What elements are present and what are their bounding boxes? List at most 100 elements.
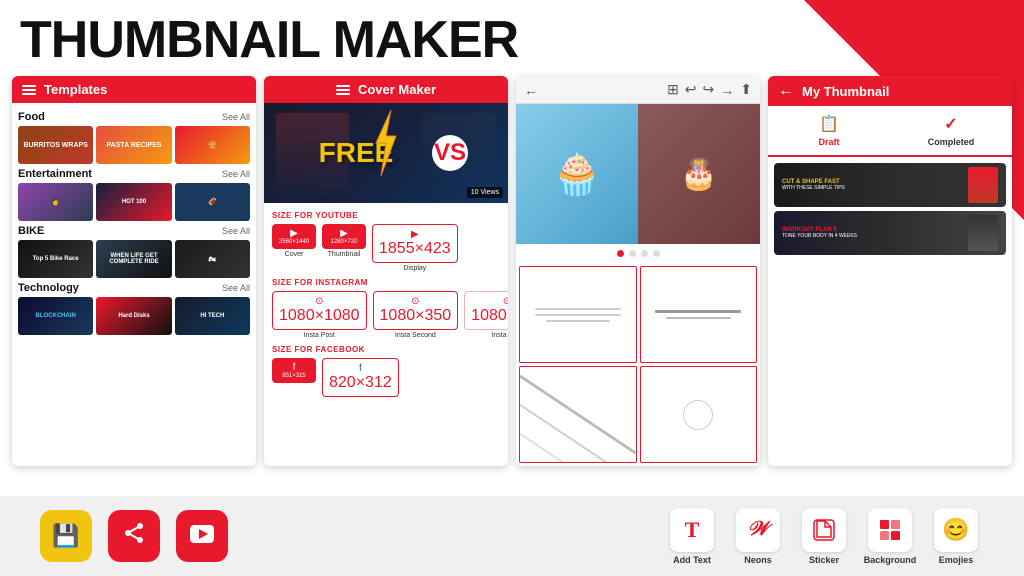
size-insta-post2-box[interactable]: ⊙ 1080×356	[464, 291, 508, 330]
thumb-preview-1[interactable]: CUT & SHAPE FAST WITH THESE SIMPLE TIPS	[774, 163, 1006, 207]
screen4-back-icon[interactable]: ←	[778, 82, 794, 100]
insta-icon-3: ⊙	[503, 296, 508, 307]
thumb-preview-2[interactable]: WORKOUT PLAN II TONE YOUR BODY IN 4 WEEK…	[774, 211, 1006, 255]
size-insta-post1[interactable]: ⊙ 1080×1080 Insta Post	[272, 291, 367, 339]
thumb-bike-3[interactable]: 🏍	[175, 240, 250, 278]
size-thumbnail[interactable]: ▶ 1280×720 Thumbnail	[322, 224, 366, 272]
size-insta-post2[interactable]: ⊙ 1080×356 Insta Post	[464, 291, 508, 339]
size-fb-cover-box[interactable]: f 851×315	[272, 358, 316, 383]
add-text-icon[interactable]: T	[670, 508, 714, 552]
tool-background[interactable]: Background	[862, 508, 918, 565]
screen3-topbar: ← ⊞ ↩ ↪ → ⬆	[516, 76, 760, 104]
insta-post2-size: 1080×356	[471, 307, 508, 325]
draft-icon: 📋	[819, 114, 839, 134]
redo-icon[interactable]: ↪	[703, 81, 715, 98]
size-cover-box[interactable]: ▶ 2560×1440	[272, 224, 316, 249]
size-display-box[interactable]: ▶ 1855×423	[372, 224, 458, 263]
size-insta-post1-box[interactable]: ⊙ 1080×1080	[272, 291, 367, 330]
emojies-icon[interactable]: 😊	[934, 508, 978, 552]
category-food-header: Food See All	[18, 111, 250, 123]
tool-neons[interactable]: 𝒲 Neons	[730, 508, 786, 565]
size-insta-second[interactable]: ⊙ 1080×350 Insta Second	[373, 291, 459, 339]
thumb-tech-2[interactable]: Hard Disks	[96, 297, 171, 335]
size-fb-cover2-box[interactable]: f 820×312	[322, 358, 399, 397]
category-food-images: BURRITOS WRAPS PASTA RECIPES 🍔	[18, 126, 250, 164]
topbar-left-icons: ←	[524, 82, 538, 98]
youtube-size-options: ▶ 2560×1440 Cover ▶ 1280×720 Thumbnail ▶	[272, 224, 500, 272]
insta-post1-size: 1080×1080	[279, 307, 360, 325]
editor-img-cupcake[interactable]: 🧁	[516, 104, 638, 244]
size-cover[interactable]: ▶ 2560×1440 Cover	[272, 224, 316, 272]
completed-label: Completed	[928, 137, 975, 147]
category-entertainment-title: Entertainment	[18, 168, 92, 180]
neons-icon[interactable]: 𝒲	[736, 508, 780, 552]
insta-post2-label: Insta Post	[491, 332, 508, 339]
youtube-thumb-icon: ▶	[340, 228, 348, 239]
back-icon[interactable]: ←	[524, 82, 538, 98]
category-bike-seeall[interactable]: See All	[222, 226, 250, 236]
header: THUMBNAIL MAKER	[0, 0, 1024, 76]
hamburger-icon[interactable]	[22, 85, 36, 95]
category-food-seeall[interactable]: See All	[222, 112, 250, 122]
save-button[interactable]: 💾	[40, 510, 92, 562]
sticker-icon[interactable]	[802, 508, 846, 552]
screen-mythumbnail: ← My Thumbnail 📋 Draft ✓ Completed CUT &…	[768, 76, 1012, 466]
youtube-display-size: 1855×423	[379, 240, 451, 258]
category-technology-seeall[interactable]: See All	[222, 283, 250, 293]
dot-2[interactable]	[629, 250, 636, 257]
fb-cover2-size: 820×312	[329, 374, 392, 392]
thumb-food-2[interactable]: PASTA RECIPES	[96, 126, 171, 164]
dots-row	[516, 244, 760, 263]
editor-img-candle[interactable]: 🎂	[638, 104, 760, 244]
thumb-food-3[interactable]: 🍔	[175, 126, 250, 164]
screen2-hamburger-icon[interactable]	[336, 85, 350, 95]
thumb-preview-1-text: CUT & SHAPE FAST WITH THESE SIMPLE TIPS	[782, 179, 968, 191]
thumb-tech-3[interactable]: HI TECH	[175, 297, 250, 335]
tool-emojies[interactable]: 😊 Emojies	[928, 508, 984, 565]
size-thumbnail-box[interactable]: ▶ 1280×720	[322, 224, 366, 249]
template-cell-2[interactable]	[640, 266, 758, 363]
screen4-title: My Thumbnail	[802, 84, 889, 99]
forward-icon[interactable]: →	[720, 82, 734, 98]
category-food-title: Food	[18, 111, 45, 123]
tab-completed[interactable]: ✓ Completed	[890, 106, 1012, 155]
tool-sticker[interactable]: Sticker	[796, 508, 852, 565]
thumb-ent-2[interactable]: HOT 100	[96, 183, 171, 221]
diagonal-pattern	[520, 367, 636, 462]
size-display[interactable]: ▶ 1855×423 Display	[372, 224, 458, 272]
thumb-ent-3[interactable]: 🏈	[175, 183, 250, 221]
youtube-section-title: SIZE FOR YOUTUBE	[272, 211, 500, 220]
size-fb-cover[interactable]: f 851×315	[272, 358, 316, 397]
thumb-food-1[interactable]: BURRITOS WRAPS	[18, 126, 93, 164]
layers-icon[interactable]: ⊞	[667, 81, 679, 98]
background-icon[interactable]	[868, 508, 912, 552]
category-entertainment-seeall[interactable]: See All	[222, 169, 250, 179]
fb-icon-2: f	[359, 363, 362, 374]
share-button[interactable]	[108, 510, 160, 562]
thumb-ent-1[interactable]: 👩	[18, 183, 93, 221]
main-content: Templates Food See All BURRITOS WRAPS PA…	[0, 76, 1024, 466]
template-line-2	[535, 314, 621, 316]
instagram-size-options: ⊙ 1080×1080 Insta Post ⊙ 1080×350 Insta …	[272, 291, 500, 339]
thumb-bike-1[interactable]: Top 5 Bike Race	[18, 240, 93, 278]
tool-add-text[interactable]: T Add Text	[664, 508, 720, 565]
template-cell-1[interactable]	[519, 266, 637, 363]
dot-1[interactable]	[617, 250, 624, 257]
youtube-thumb-size: 1280×720	[331, 239, 358, 245]
insta-icon-1: ⊙	[315, 296, 323, 307]
template-cell-4[interactable]	[640, 366, 758, 463]
size-fb-cover2[interactable]: f 820×312	[322, 358, 399, 397]
size-insta-second-box[interactable]: ⊙ 1080×350	[373, 291, 459, 330]
dot-3[interactable]	[641, 250, 648, 257]
export-icon[interactable]: ⬆	[740, 81, 752, 98]
thumb-tech-1[interactable]: BLOCKCHAIN	[18, 297, 93, 335]
thumb-bike-2[interactable]: WHEN LIFE GET COMPLETE RIDE	[96, 240, 171, 278]
tab-draft[interactable]: 📋 Draft	[768, 106, 890, 157]
facebook-section-title: SIZE FOR FACEBOOK	[272, 345, 500, 354]
insta-second-label: Insta Second	[395, 332, 436, 339]
dot-4[interactable]	[653, 250, 660, 257]
category-entertainment-images: 👩 HOT 100 🏈	[18, 183, 250, 221]
template-cell-3[interactable]	[519, 366, 637, 463]
undo-icon[interactable]: ↩	[685, 81, 697, 98]
youtube-button[interactable]	[176, 510, 228, 562]
